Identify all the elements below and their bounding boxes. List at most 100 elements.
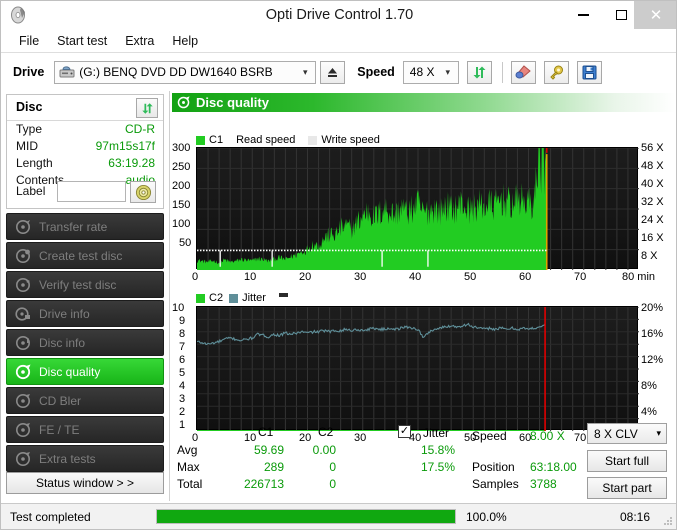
- disc-burn-icon: [14, 247, 32, 265]
- toolbar: Drive (G:) BENQ DVD DD DW1640 BSRB ▾ Spe…: [1, 52, 676, 91]
- disc-quality-icon: [14, 363, 32, 381]
- legend-label-write-speed: Write speed: [321, 134, 380, 146]
- c2-ytick-9: 9: [179, 315, 186, 327]
- speed-select[interactable]: 48 X ▾: [402, 60, 459, 84]
- toolbar-separator: [501, 61, 503, 83]
- c2-right-tick-20pct: 20%: [641, 302, 664, 314]
- legend-label-read-speed: Read speed: [236, 134, 296, 146]
- refresh-button[interactable]: [466, 60, 492, 84]
- c2-ytick-4: 4: [179, 380, 186, 392]
- c1-ytick-300: 300: [172, 142, 191, 154]
- c2-ytick-5: 5: [179, 367, 186, 379]
- c1-xtick-20: 20: [299, 271, 312, 283]
- c1-right-tick-24x: 24 X: [641, 214, 664, 226]
- save-button[interactable]: [576, 60, 602, 84]
- chevron-down-icon[interactable]: ▾: [295, 62, 315, 83]
- jitter-checkbox[interactable]: ✓: [398, 425, 411, 438]
- sidebar-item-extra-tests[interactable]: Extra tests: [6, 445, 164, 472]
- c2-ytick-2: 2: [179, 406, 186, 418]
- disc-type-value: CD-R: [125, 122, 155, 136]
- sidebar-item-disc-quality[interactable]: Disc quality: [6, 358, 164, 385]
- c2-plot-svg: [196, 306, 639, 431]
- sidebar-label-fe-te: FE / TE: [39, 422, 80, 437]
- disc-label-row: Label: [16, 181, 156, 203]
- c1-plot-svg: [197, 147, 639, 270]
- results-row-avg-label: Avg: [177, 443, 198, 457]
- sidebar-item-disc-info[interactable]: Disc info: [6, 329, 164, 356]
- disc-label-input[interactable]: [57, 181, 126, 202]
- results-max-jitter: 17.5%: [420, 460, 455, 474]
- legend-swatch-c2: [196, 293, 205, 303]
- eject-button[interactable]: [320, 60, 346, 84]
- sidebar-label-disc-quality: Disc quality: [39, 364, 101, 379]
- results-position-value: 63:18.00: [530, 460, 577, 474]
- sidebar-item-fe-te[interactable]: FE / TE: [6, 416, 164, 443]
- disc-row-type: Type CD-R: [16, 122, 155, 138]
- disc-quality-icon: [177, 96, 190, 109]
- chevron-down-icon[interactable]: ▾: [438, 62, 458, 83]
- disc-info-box: Disc Type CD-R MID 97m15s17f Length 63:1…: [6, 94, 164, 209]
- progress-fill: [157, 510, 455, 523]
- sidebar-item-cd-bler[interactable]: CD Bler: [6, 387, 164, 414]
- page-title: Disc quality: [196, 95, 269, 110]
- disc-label-button[interactable]: [130, 181, 156, 203]
- speed-label: Speed: [357, 65, 395, 79]
- checkmark-icon: ✓: [399, 425, 410, 437]
- c2-right-tick-4pct: 4%: [641, 406, 657, 418]
- sidebar-item-transfer-rate[interactable]: Transfer rate: [6, 213, 164, 240]
- c1-right-tick-40x: 40 X: [641, 178, 664, 190]
- disc-box-title: Disc: [16, 100, 43, 114]
- c1-right-tick-48x: 48 X: [641, 160, 664, 172]
- start-part-button[interactable]: Start part: [587, 477, 667, 499]
- disc-refresh-button[interactable]: [136, 98, 158, 118]
- menu-file[interactable]: File: [10, 32, 48, 50]
- write-speed-select[interactable]: 8 X CLV ▾: [587, 423, 667, 444]
- c1-ytick-150: 150: [172, 199, 191, 211]
- sidebar-item-verify-test-disc[interactable]: Verify test disc: [6, 271, 164, 298]
- close-icon: ✕: [649, 6, 663, 24]
- menu-help[interactable]: Help: [163, 32, 207, 50]
- disc-fete-icon: [14, 421, 32, 439]
- sidebar-item-drive-info[interactable]: Drive info: [6, 300, 164, 327]
- results-speed-value: 8.00 X: [530, 429, 565, 443]
- results-avg-c1: 59.69: [253, 443, 284, 457]
- key-button[interactable]: [543, 60, 569, 84]
- c1-ytick-250: 250: [172, 161, 191, 173]
- eject-icon: [328, 67, 338, 77]
- menu-start-test[interactable]: Start test: [48, 32, 116, 50]
- c1-xtick-10: 10: [244, 271, 257, 283]
- drive-select[interactable]: (G:) BENQ DVD DD DW1640 BSRB ▾: [54, 60, 317, 84]
- menu-bar: File Start test Extra Help: [1, 29, 676, 52]
- disc-extra-icon: [14, 450, 32, 468]
- c1-ytick-50: 50: [179, 237, 192, 249]
- results-col-c1: C1: [258, 425, 274, 439]
- progress-percent: 100.0%: [466, 509, 507, 524]
- status-window-button[interactable]: Status window > >: [6, 472, 164, 494]
- legend-label-jitter: Jitter: [242, 292, 266, 304]
- minimize-button[interactable]: [564, 1, 602, 29]
- c2-plot-area[interactable]: [196, 306, 639, 431]
- results-max-c2: 0: [329, 460, 336, 474]
- menu-extra[interactable]: Extra: [116, 32, 163, 50]
- disc-test-icon: [14, 218, 32, 236]
- resize-grip-icon[interactable]: [662, 514, 674, 526]
- refresh-icon: [141, 102, 153, 114]
- app-window: Opti Drive Control 1.70 ✕ File Start tes…: [0, 0, 677, 530]
- title-bar: Opti Drive Control 1.70 ✕: [1, 1, 676, 29]
- chevron-down-icon[interactable]: ▾: [656, 428, 661, 439]
- close-button[interactable]: ✕: [634, 1, 676, 29]
- erase-button[interactable]: [510, 60, 536, 84]
- disc-length-label: Length: [16, 156, 53, 170]
- start-full-button[interactable]: Start full: [587, 450, 667, 472]
- eraser-icon: [515, 64, 532, 78]
- c2-right-tick-16pct: 16%: [641, 328, 664, 340]
- sidebar-label-disc-info: Disc info: [39, 335, 86, 350]
- c2-ytick-10: 10: [172, 302, 185, 314]
- key-icon: [550, 65, 564, 80]
- sidebar-label-extra-tests: Extra tests: [39, 451, 96, 466]
- c1-xtick-0: 0: [192, 271, 199, 283]
- sidebar-item-create-test-disc[interactable]: Create test disc: [6, 242, 164, 269]
- c2-right-tick-8pct: 8%: [641, 380, 657, 392]
- sidebar-nav: Transfer rate Create test disc Verify te…: [6, 213, 164, 494]
- c1-plot-area[interactable]: [196, 147, 639, 270]
